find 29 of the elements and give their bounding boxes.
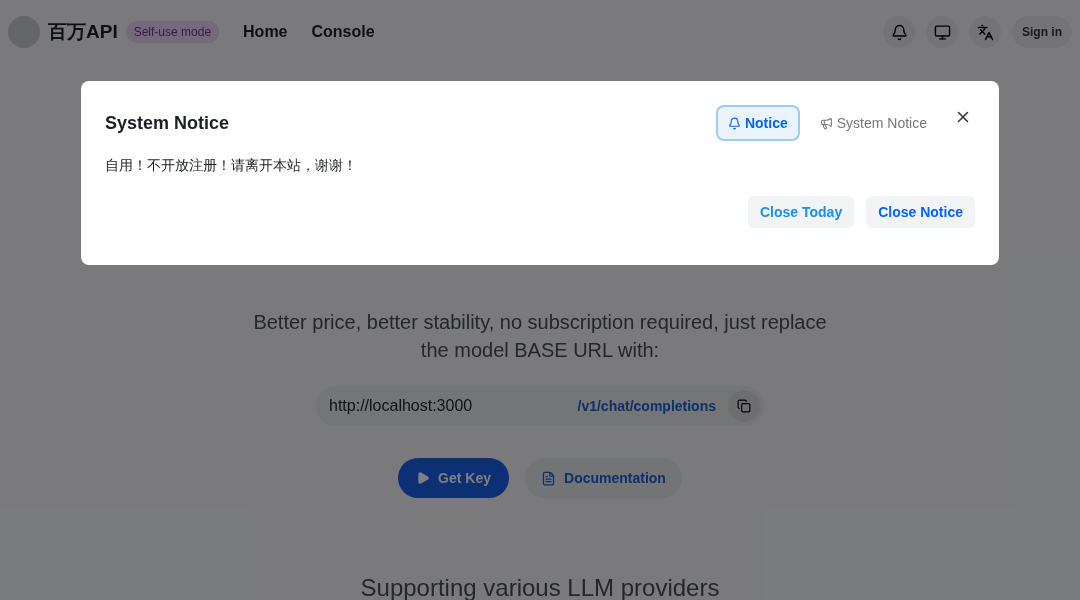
play-icon	[416, 471, 431, 485]
endpoint-text: /v1/chat/completions	[577, 396, 716, 416]
get-key-button[interactable]: Get Key	[398, 458, 509, 498]
notice-message: 自用！不开放注册！请离开本站，谢谢！	[105, 156, 358, 175]
nav-link[interactable]: Home	[243, 20, 288, 44]
sign-in-button[interactable]: Sign in	[1012, 16, 1072, 48]
base-url-text: http://localhost:3000	[329, 396, 473, 416]
nav-link[interactable]: Console	[311, 20, 375, 44]
document-icon	[541, 470, 556, 486]
megaphone-icon	[819, 116, 833, 130]
mode-badge: Self-use mode	[125, 21, 220, 43]
close-notice-button[interactable]: Close Notice	[866, 196, 975, 228]
base-url-field[interactable]: http://localhost:3000 /v1/chat/completions	[316, 386, 764, 426]
notification-button[interactable]	[883, 16, 915, 48]
translate-icon	[976, 23, 994, 41]
language-button[interactable]	[969, 16, 1001, 48]
monitor-icon	[933, 23, 951, 41]
notice-tab[interactable]: System Notice	[807, 105, 939, 141]
brand-name: 百万API	[48, 19, 118, 44]
copy-button[interactable]	[728, 390, 760, 422]
copy-icon	[737, 399, 751, 413]
dialog-title: System Notice	[105, 111, 230, 135]
bell-icon	[727, 116, 741, 130]
close-today-button[interactable]: Close Today	[748, 196, 855, 228]
theme-button[interactable]	[926, 16, 958, 48]
hero-subtitle: Better price, better stability, no subscription required, just replace the model BASE URL with:	[252, 310, 828, 363]
documentation-button[interactable]: Documentation	[525, 458, 682, 498]
notice-tab[interactable]: Notice	[715, 105, 800, 141]
bell-icon	[890, 23, 908, 41]
